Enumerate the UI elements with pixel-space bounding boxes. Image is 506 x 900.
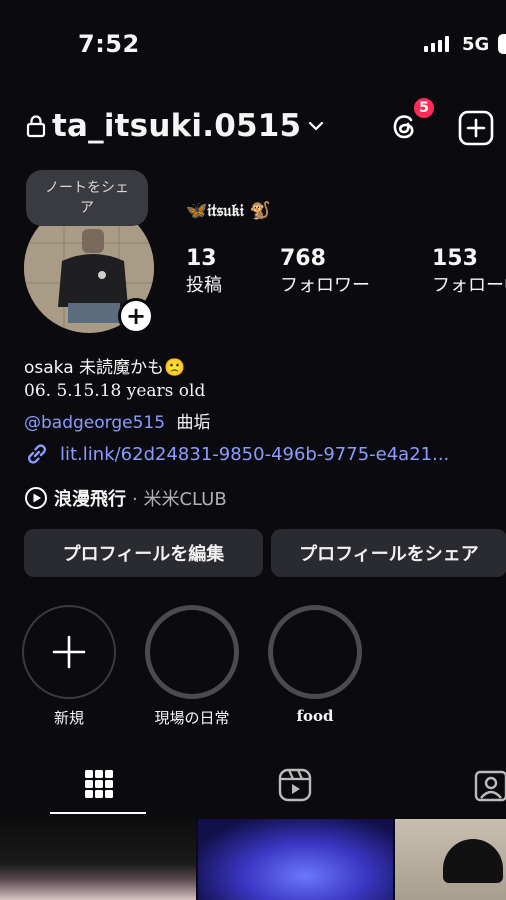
highlight-label-genba: 現場の日常 (154, 709, 230, 727)
posts-stat[interactable]: 13 投稿 (186, 246, 222, 297)
mention-suffix: 曲垢 (176, 413, 211, 433)
battery-icon (498, 34, 506, 54)
post-thumbnail-3[interactable] (395, 819, 506, 900)
followers-stat[interactable]: 768 フォロワー (280, 246, 370, 297)
new-highlight-button[interactable] (22, 605, 116, 699)
note-bubble-text: ノートをシェア (45, 180, 129, 216)
posts-count: 13 (186, 246, 217, 271)
reels-tab-icon[interactable] (278, 768, 312, 802)
bio-line-2: 06. 5.15.18 years old (24, 381, 206, 401)
following-count: 153 (432, 246, 478, 271)
bio-link[interactable]: lit.link/62d24831-9850-496b-9775-e4a21..… (24, 441, 504, 467)
tagged-tab-icon[interactable] (474, 768, 506, 802)
status-time: 7:52 (78, 30, 140, 58)
post-thumbnail-1[interactable] (0, 819, 196, 900)
lock-icon (26, 115, 46, 138)
highlight-label-food: food (296, 707, 334, 725)
signal-icon (424, 36, 449, 52)
highlight-food[interactable] (268, 605, 362, 699)
grid-tab-icon[interactable] (84, 769, 114, 799)
threads-badge: 5 (412, 96, 436, 120)
network-label: 5G (462, 34, 490, 55)
following-stat[interactable]: 153 フォロー中 (432, 246, 506, 297)
link-url: lit.link/62d24831-9850-496b-9775-e4a21..… (60, 443, 450, 465)
active-tab-indicator (50, 812, 146, 814)
link-icon (28, 444, 46, 464)
mention-link[interactable]: @badgeorge515 (24, 413, 165, 433)
followers-label: フォロワー (280, 275, 370, 296)
music-artist: · 米米CLUB (132, 489, 227, 510)
plus-icon (52, 635, 86, 669)
bio-line-1: osaka 未読魔かも🙁 (24, 358, 186, 378)
post-thumbnail-2[interactable] (198, 819, 393, 900)
add-story-button[interactable]: + (118, 298, 154, 334)
music-title: 浪漫飛行 (54, 489, 126, 510)
following-label: フォロー中 (432, 275, 506, 296)
followers-count: 768 (280, 246, 326, 271)
profile-music[interactable]: 浪漫飛行 · 米米CLUB (24, 485, 227, 511)
highlight-genba[interactable] (145, 605, 239, 699)
username: ta_itsuki.0515 (52, 108, 302, 144)
account-switcher[interactable]: ta_itsuki.0515 (26, 108, 325, 144)
cap-shape (443, 839, 503, 883)
create-post-icon[interactable] (458, 110, 494, 146)
play-icon (25, 487, 47, 509)
edit-profile-button[interactable]: プロフィールを編集 (24, 529, 263, 577)
share-profile-button[interactable]: プロフィールをシェア (271, 529, 506, 577)
highlight-label-new: 新規 (53, 709, 84, 727)
note-bubble[interactable]: ノートをシェア (26, 170, 148, 226)
display-name: 🦋𝔦𝔱𝔰𝔲𝔨𝔦 🐒 (186, 201, 271, 221)
posts-label: 投稿 (186, 275, 222, 296)
chevron-down-icon (309, 121, 324, 131)
